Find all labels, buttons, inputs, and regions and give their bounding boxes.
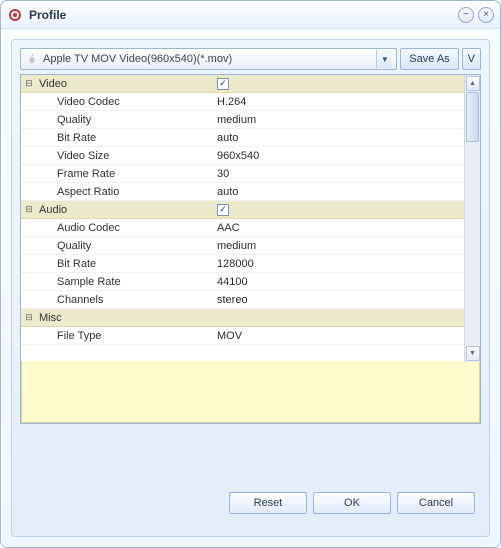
preset-label: Apple TV MOV Video(960x540)(*.mov)	[43, 53, 376, 65]
scroll-up-icon[interactable]: ▲	[466, 76, 480, 91]
row-video-bitrate[interactable]: Bit Rateauto	[21, 129, 464, 147]
section-label: Video	[37, 78, 217, 90]
app-icon	[7, 7, 23, 23]
audio-checkbox[interactable]: ✓	[217, 204, 229, 216]
profile-window: Profile − × Apple TV MOV Video(960x540)(…	[0, 0, 501, 548]
section-label: Misc	[37, 312, 217, 324]
section-audio[interactable]: ⊟ Audio ✓	[21, 201, 464, 219]
toolbar: Apple TV MOV Video(960x540)(*.mov) ▼ Sav…	[20, 48, 481, 70]
window-title: Profile	[29, 8, 458, 22]
chevron-down-icon[interactable]: ▼	[376, 50, 392, 68]
collapse-icon[interactable]: ⊟	[21, 78, 37, 89]
close-button[interactable]: ×	[478, 7, 494, 23]
minimize-button[interactable]: −	[458, 7, 474, 23]
save-as-button[interactable]: Save As	[400, 48, 458, 70]
video-checkbox[interactable]: ✓	[217, 78, 229, 90]
property-grid: ⊟ Video ✓ Video CodecH.264 Qualitymedium…	[20, 74, 481, 424]
row-misc-filetype[interactable]: File TypeMOV	[21, 327, 464, 345]
collapse-icon[interactable]: ⊟	[21, 204, 37, 215]
section-misc[interactable]: ⊟ Misc	[21, 309, 464, 327]
section-value: ✓	[217, 203, 464, 216]
ok-button[interactable]: OK	[313, 492, 391, 514]
row-audio-channels[interactable]: Channelsstereo	[21, 291, 464, 309]
description-panel	[21, 361, 480, 423]
vertical-scrollbar[interactable]: ▲ ▼	[464, 75, 480, 362]
grid-body: ⊟ Video ✓ Video CodecH.264 Qualitymedium…	[21, 75, 464, 362]
footer-buttons: Reset OK Cancel	[20, 488, 481, 528]
v-button[interactable]: V	[462, 48, 481, 70]
row-video-aspect[interactable]: Aspect Ratioauto	[21, 183, 464, 201]
scroll-track[interactable]	[465, 92, 480, 345]
content-panel: Apple TV MOV Video(960x540)(*.mov) ▼ Sav…	[11, 39, 490, 537]
section-label: Audio	[37, 204, 217, 216]
cancel-button[interactable]: Cancel	[397, 492, 475, 514]
section-video[interactable]: ⊟ Video ✓	[21, 75, 464, 93]
titlebar: Profile − ×	[1, 1, 500, 29]
row-video-quality[interactable]: Qualitymedium	[21, 111, 464, 129]
row-audio-bitrate[interactable]: Bit Rate128000	[21, 255, 464, 273]
row-video-fps[interactable]: Frame Rate30	[21, 165, 464, 183]
titlebar-buttons: − ×	[458, 7, 494, 23]
row-audio-sample[interactable]: Sample Rate44100	[21, 273, 464, 291]
scroll-thumb[interactable]	[466, 92, 479, 142]
section-value: ✓	[217, 77, 464, 90]
preset-combobox[interactable]: Apple TV MOV Video(960x540)(*.mov) ▼	[20, 48, 397, 70]
row-audio-codec[interactable]: Audio CodecAAC	[21, 219, 464, 237]
row-audio-quality[interactable]: Qualitymedium	[21, 237, 464, 255]
row-video-codec[interactable]: Video CodecH.264	[21, 93, 464, 111]
row-video-size[interactable]: Video Size960x540	[21, 147, 464, 165]
scroll-down-icon[interactable]: ▼	[466, 346, 480, 361]
reset-button[interactable]: Reset	[229, 492, 307, 514]
collapse-icon[interactable]: ⊟	[21, 312, 37, 323]
apple-icon	[25, 52, 39, 66]
